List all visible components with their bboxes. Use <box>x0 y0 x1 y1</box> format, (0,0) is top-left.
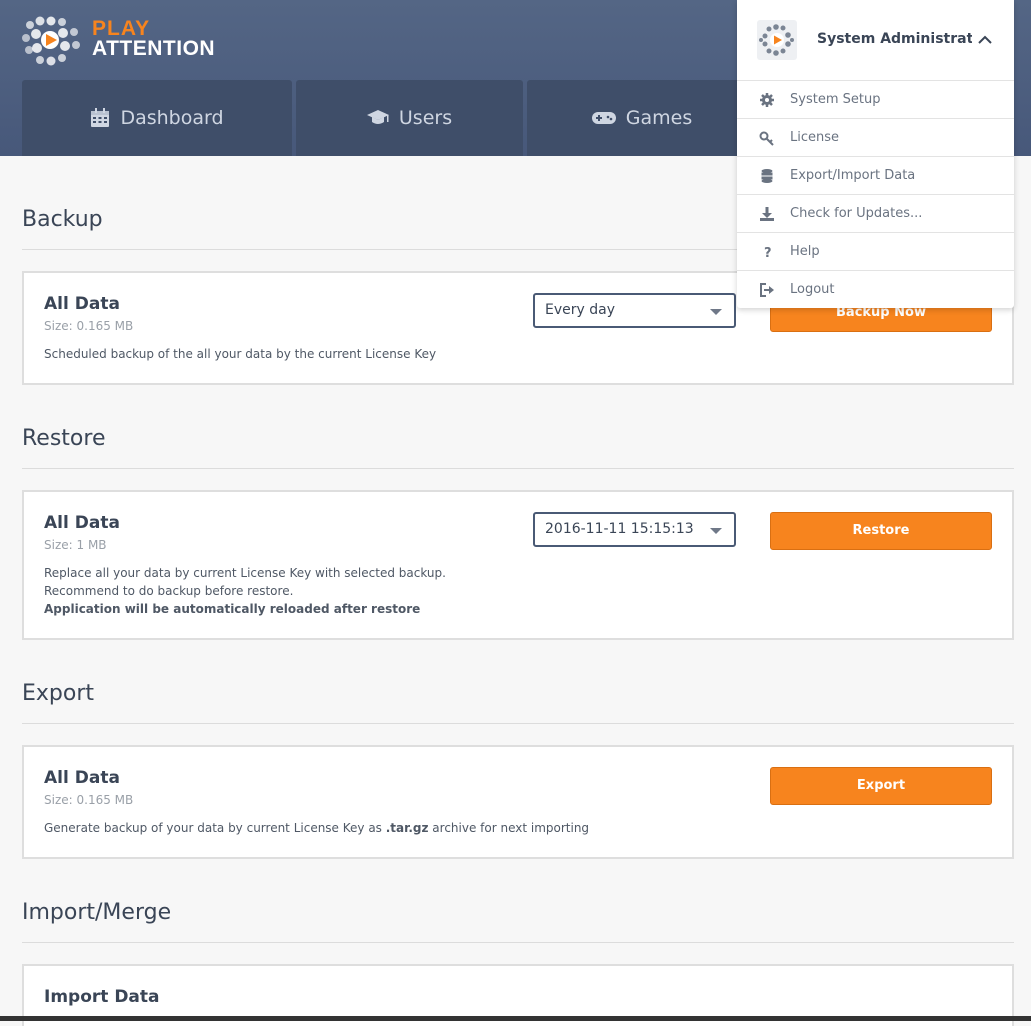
menu-item-label: Logout <box>790 282 835 297</box>
tab-dashboard-label: Dashboard <box>120 107 224 129</box>
logo-attention-text: ATTENTION <box>92 37 216 60</box>
restore-description: Replace all your data by current License… <box>44 564 446 618</box>
menu-item-check-updates[interactable]: Check for Updates... <box>737 194 1014 232</box>
restore-card: All Data Size: 1 MB Replace all your dat… <box>22 490 1014 640</box>
avatar-logo-icon <box>759 24 794 56</box>
menu-item-help[interactable]: ? Help <box>737 232 1014 270</box>
backup-schedule-value: Every day <box>545 302 615 318</box>
restore-desc-line1: Replace all your data by current License… <box>44 566 446 580</box>
restore-backup-select[interactable]: 2016-11-11 15:15:13 <box>533 512 736 547</box>
graduation-cap-icon <box>366 110 389 124</box>
download-icon <box>760 207 774 221</box>
avatar <box>757 20 797 60</box>
export-desc-ext: .tar.gz <box>385 821 429 835</box>
import-section-title: Import/Merge <box>22 900 172 925</box>
restore-card-title: All Data <box>44 513 120 533</box>
window-bottom-bar <box>0 1016 1031 1021</box>
user-menu-dropdown: System Administrat... System Setup Licen… <box>737 0 1014 308</box>
restore-section-title: Restore <box>22 426 106 451</box>
backup-size: Size: 0.165 MB <box>44 319 134 333</box>
menu-item-label: License <box>790 130 840 145</box>
menu-item-logout[interactable]: Logout <box>737 270 1014 308</box>
import-card-title: Import Data <box>44 987 160 1007</box>
tab-games[interactable]: Games <box>527 80 757 156</box>
export-section-title: Export <box>22 681 95 706</box>
export-button[interactable]: Export <box>770 767 992 805</box>
menu-item-system-setup[interactable]: System Setup <box>737 80 1014 118</box>
key-icon <box>759 131 774 146</box>
menu-item-license[interactable]: License <box>737 118 1014 156</box>
menu-item-export-import[interactable]: Export/Import Data <box>737 156 1014 194</box>
divider <box>22 468 1014 469</box>
menu-item-label: Help <box>790 244 820 259</box>
export-card: All Data Size: 0.165 MB Generate backup … <box>22 745 1014 859</box>
backup-section-title: Backup <box>22 207 103 232</box>
restore-desc-line2: Recommend to do backup before restore. <box>44 584 294 598</box>
restore-desc-warning: Application will be automatically reload… <box>44 602 421 616</box>
backup-description: Scheduled backup of the all your data by… <box>44 347 437 361</box>
export-size: Size: 0.165 MB <box>44 793 134 807</box>
restore-backup-value: 2016-11-11 15:15:13 <box>545 521 694 537</box>
tab-games-label: Games <box>625 107 693 129</box>
export-desc-prefix: Generate backup of your data by current … <box>44 821 386 835</box>
restore-button[interactable]: Restore <box>770 512 992 550</box>
calendar-icon <box>91 108 110 127</box>
menu-item-label: Export/Import Data <box>790 168 916 183</box>
tab-dashboard[interactable]: Dashboard <box>22 80 292 156</box>
question-icon: ? <box>764 246 772 260</box>
export-card-title: All Data <box>44 768 120 788</box>
tab-users-label: Users <box>398 107 453 129</box>
restore-size: Size: 1 MB <box>44 538 107 552</box>
tab-users[interactable]: Users <box>296 80 523 156</box>
backup-card-title: All Data <box>44 294 120 314</box>
svg-text:?: ? <box>764 246 772 260</box>
chevron-down-icon <box>710 528 722 534</box>
menu-item-label: Check for Updates... <box>790 206 923 221</box>
export-description: Generate backup of your data by current … <box>44 819 589 837</box>
logout-icon <box>760 283 774 297</box>
chevron-down-icon <box>710 309 722 315</box>
gear-icon <box>760 93 774 107</box>
logo-play-text: PLAY <box>92 17 151 40</box>
user-menu-toggle[interactable]: System Administrat... <box>737 0 1014 80</box>
gamepad-icon <box>591 112 616 124</box>
backup-schedule-select[interactable]: Every day <box>533 293 736 328</box>
divider <box>22 942 1014 943</box>
chevron-up-icon <box>978 35 992 44</box>
database-icon <box>761 169 773 183</box>
divider <box>22 723 1014 724</box>
menu-item-label: System Setup <box>790 92 881 107</box>
username-label: System Administrat... <box>817 31 972 47</box>
play-attention-logo[interactable]: PLAY ATTENTION <box>22 16 222 66</box>
export-desc-suffix: archive for next importing <box>428 821 590 835</box>
logo-dots-icon <box>22 16 80 66</box>
